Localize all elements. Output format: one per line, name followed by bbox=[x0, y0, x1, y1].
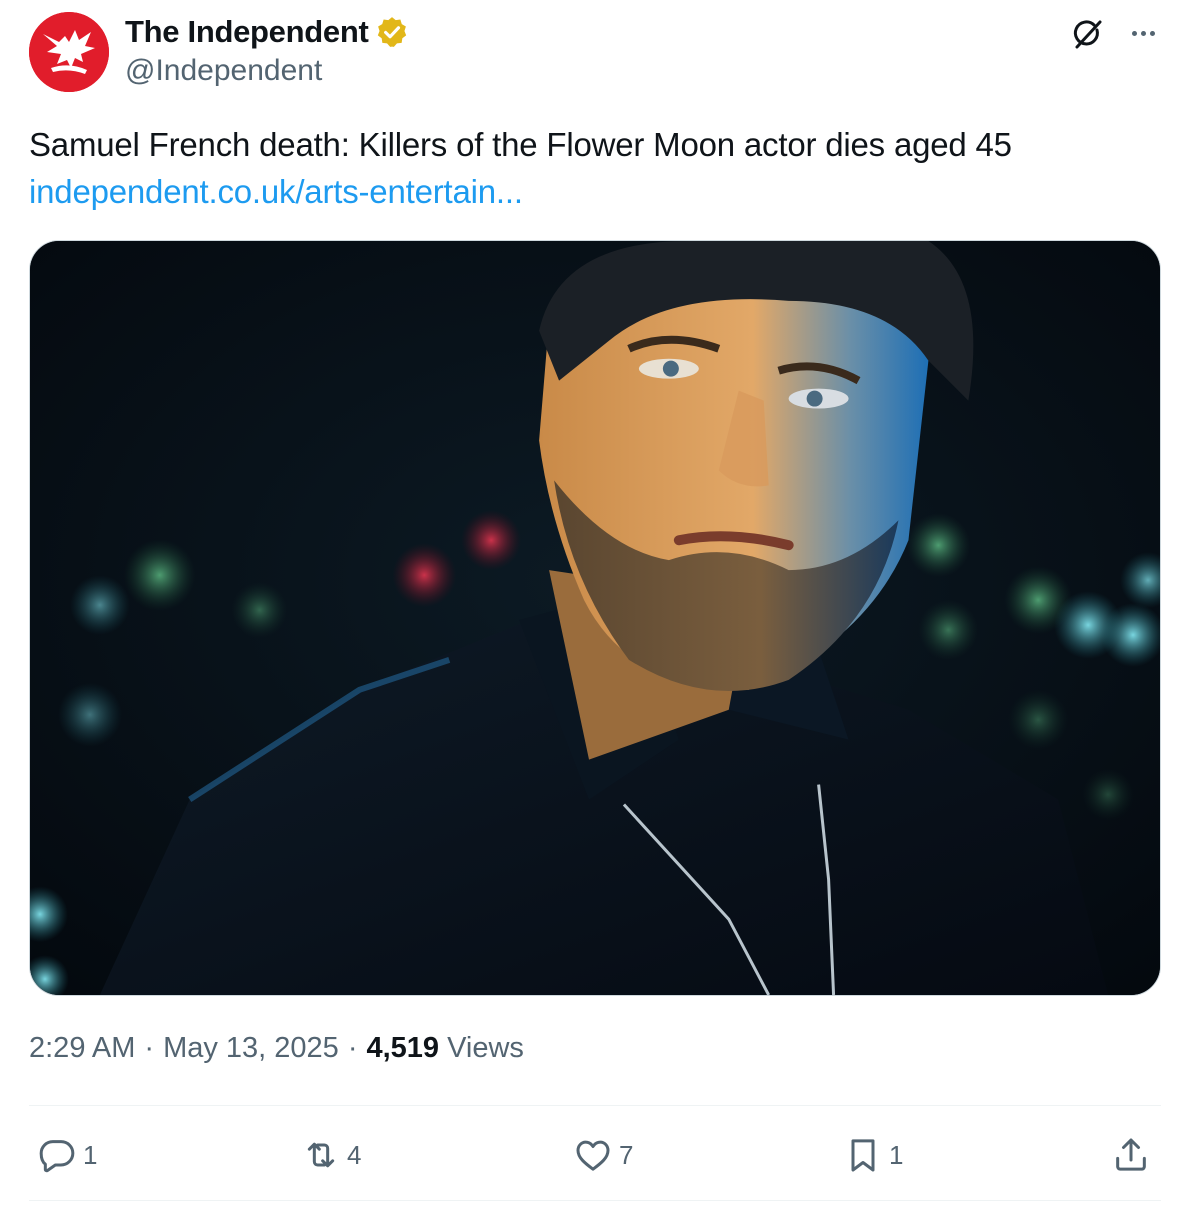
tweet-link[interactable]: independent.co.uk/arts-entertain... bbox=[29, 169, 523, 215]
divider bbox=[29, 1200, 1161, 1201]
action-bar: 1 4 7 1 bbox=[29, 1125, 1161, 1185]
tweet-text: Samuel French death: Killers of the Flow… bbox=[29, 126, 1012, 163]
views-count: 4,519 bbox=[366, 1032, 440, 1064]
meta-separator: · bbox=[347, 1032, 358, 1064]
tweet-time[interactable]: 2:29 AM bbox=[29, 1032, 135, 1065]
bookmark-icon bbox=[851, 1139, 875, 1172]
bookmark-button[interactable]: 1 bbox=[843, 1125, 903, 1185]
views-label: Views bbox=[447, 1032, 524, 1064]
tweet-photo[interactable] bbox=[29, 240, 1161, 996]
reply-icon bbox=[39, 1140, 75, 1173]
reply-button[interactable]: 1 bbox=[37, 1125, 97, 1185]
reply-count: 1 bbox=[83, 1139, 98, 1170]
heart-icon bbox=[576, 1140, 610, 1171]
author-name-row: The Independent bbox=[125, 14, 409, 50]
bookmark-count: 1 bbox=[889, 1139, 904, 1170]
like-count: 7 bbox=[619, 1139, 634, 1170]
repost-icon bbox=[307, 1142, 335, 1168]
share-icon bbox=[1116, 1138, 1146, 1171]
author-avatar[interactable] bbox=[29, 12, 109, 92]
grok-icon[interactable] bbox=[1070, 16, 1106, 52]
divider bbox=[29, 1105, 1161, 1106]
more-options-icon[interactable] bbox=[1126, 18, 1160, 48]
tweet-card: The Independent @Independent Samuel Fren… bbox=[0, 0, 1196, 1206]
eagle-logo-icon bbox=[29, 12, 109, 92]
verified-badge-icon[interactable] bbox=[375, 15, 409, 49]
repost-button[interactable]: 4 bbox=[301, 1125, 361, 1185]
like-button[interactable]: 7 bbox=[573, 1125, 633, 1185]
share-button[interactable] bbox=[1111, 1125, 1151, 1185]
portrait-photo bbox=[30, 241, 1160, 995]
author-display-name[interactable]: The Independent bbox=[125, 14, 369, 50]
author-handle[interactable]: @Independent bbox=[125, 54, 322, 88]
tweet-meta: 2:29 AM · May 13, 2025 · 4,519 Views bbox=[29, 1032, 524, 1065]
meta-separator: · bbox=[144, 1032, 155, 1064]
repost-count: 4 bbox=[347, 1139, 362, 1170]
tweet-date[interactable]: May 13, 2025 bbox=[163, 1032, 339, 1065]
